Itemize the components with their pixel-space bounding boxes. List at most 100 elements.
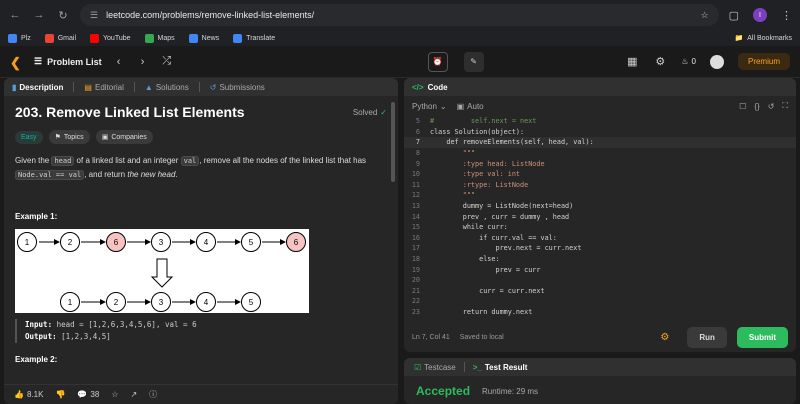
difficulty-tag[interactable]: Easy	[15, 130, 43, 144]
avatar[interactable]	[709, 54, 724, 69]
page-title: 203. Remove Linked List Elements	[15, 104, 245, 120]
code-line[interactable]: 20	[404, 275, 796, 286]
code-line[interactable]: 13 dummy = ListNode(next=head)	[404, 201, 796, 212]
tab-description[interactable]: ▮ Description	[12, 83, 63, 92]
tab-editorial[interactable]: ▤ Editorial	[84, 83, 123, 92]
all-bookmarks[interactable]: 📁 All Bookmarks	[735, 34, 792, 43]
code-line[interactable]: 9 :type head: ListNode	[404, 158, 796, 169]
submit-button[interactable]: Submit	[736, 326, 788, 348]
list-node: 5	[241, 232, 261, 252]
list-node-removed: 6	[286, 232, 306, 252]
fullscreen-icon[interactable]: ⛶	[782, 101, 788, 111]
bookmark-star-icon[interactable]: ☆	[701, 10, 709, 21]
code-line[interactable]: 21 curr = curr.next	[404, 286, 796, 297]
code-line[interactable]: 18 else:	[404, 254, 796, 265]
tab-test-result[interactable]: >_ Test Result	[473, 363, 528, 372]
code-line[interactable]: 16 if curr.val == val:	[404, 233, 796, 244]
line-number: 15	[411, 223, 420, 232]
premium-button[interactable]: Premium	[737, 53, 790, 70]
companies-tag[interactable]: ▣ Companies	[95, 130, 153, 144]
list-node: 1	[60, 292, 80, 312]
line-number: 19	[411, 265, 420, 274]
note-icon[interactable]: ✎	[463, 51, 484, 72]
bookmark-item[interactable]: Gmail	[44, 33, 76, 43]
code-text: return dummy.next	[430, 307, 533, 316]
run-button[interactable]: Run	[687, 326, 727, 348]
streak-counter[interactable]: ♨ 0	[681, 57, 696, 66]
like-button[interactable]: 👍 8.1K	[14, 390, 43, 399]
runtime-text: Runtime: 29 ms	[482, 386, 539, 396]
language-select[interactable]: Python ⌄	[412, 102, 447, 111]
thumbs-up-icon: 👍	[14, 390, 24, 399]
next-problem-icon[interactable]: ›	[136, 56, 150, 68]
code-line[interactable]: 22	[404, 296, 796, 307]
reset-icon[interactable]: ↺	[768, 102, 775, 111]
code-line[interactable]: 23 return dummy.next	[404, 307, 796, 318]
line-number: 22	[411, 297, 420, 306]
code-editor[interactable]: 5 # self.next = next 6 class Solution(objec…	[404, 116, 796, 320]
help-icon[interactable]: ⓘ	[149, 389, 157, 400]
test-result: Accepted Runtime: 29 ms	[404, 376, 796, 404]
tab-solutions[interactable]: ▲ Solutions	[145, 83, 189, 92]
code-line[interactable]: 7 def removeElements(self, head, val):	[404, 137, 796, 148]
avatar[interactable]: I	[753, 8, 767, 22]
braces-icon[interactable]: {}	[754, 102, 759, 111]
layout-icon[interactable]: ▦	[625, 55, 639, 68]
code-line[interactable]: 10 :type val: int	[404, 169, 796, 180]
bookmark-item[interactable]: YouTube	[90, 33, 131, 43]
menu-icon[interactable]: ⋮	[781, 9, 792, 22]
list-node: 3	[151, 232, 171, 252]
timer-icon[interactable]: ⏰	[427, 51, 448, 72]
bookmark-icon[interactable]: ☐	[739, 102, 746, 111]
tab-testcase[interactable]: ☑ Testcase	[414, 363, 456, 372]
site-info-icon[interactable]: ☰	[90, 10, 98, 21]
back-icon[interactable]: ←	[8, 8, 22, 22]
reload-icon[interactable]: ↻	[56, 8, 70, 22]
list-node: 5	[241, 292, 261, 312]
bookmark-item[interactable]: News	[188, 33, 219, 43]
code-text: def removeElements(self, head, val):	[430, 138, 594, 147]
settings-icon[interactable]: ⚙	[653, 55, 667, 68]
line-number: 16	[411, 233, 420, 242]
shuffle-icon[interactable]: ⤮	[160, 55, 174, 68]
list-node-removed: 6	[106, 232, 126, 252]
sidepanel-icon[interactable]: ▢	[729, 9, 739, 22]
code-line[interactable]: 19 prev = curr	[404, 264, 796, 275]
lock-icon: ▣	[101, 134, 109, 141]
code-text: prev , curr = dummy , head	[430, 212, 570, 221]
code-line[interactable]: 17 prev.next = curr.next	[404, 243, 796, 254]
line-number: 17	[411, 244, 420, 253]
list-node: 3	[151, 292, 171, 312]
prev-problem-icon[interactable]: ‹	[112, 56, 126, 68]
comments-button[interactable]: 💬 38	[77, 390, 99, 399]
leetcode-logo-icon[interactable]: ❮	[10, 55, 24, 70]
code-text: else:	[430, 255, 500, 264]
share-icon[interactable]: ↗	[130, 390, 137, 399]
auto-mode[interactable]: ▣ Auto	[457, 102, 484, 111]
thumbs-down-icon[interactable]: 👎	[55, 390, 65, 399]
code-line[interactable]: 6 class Solution(object):	[404, 127, 796, 138]
maps-icon	[144, 33, 154, 43]
line-number: 8	[415, 149, 420, 158]
star-icon[interactable]: ☆	[111, 390, 118, 399]
code-panel: </> Code Python ⌄ ▣ Auto ☐ {} ↺ ⛶ 5 # self.…	[404, 78, 796, 352]
problem-list-button[interactable]: ☰ Problem List	[34, 56, 102, 67]
tab-submissions[interactable]: ↺ Submissions	[210, 83, 265, 92]
debug-icon[interactable]: ⚙	[660, 332, 669, 343]
code-line[interactable]: 8 """	[404, 148, 796, 159]
description-scrollbar[interactable]	[391, 102, 395, 182]
code-line[interactable]: 5 # self.next = next	[404, 116, 796, 127]
bookmark-item[interactable]: Plz	[8, 33, 31, 43]
topics-tag[interactable]: ⚑ Topics	[48, 130, 90, 144]
chevron-down-icon: ⌄	[439, 101, 447, 111]
code-line[interactable]: 11 :rtype: ListNode	[404, 180, 796, 191]
code-line[interactable]: 12 """	[404, 190, 796, 201]
forward-icon[interactable]: →	[32, 8, 46, 22]
bookmark-item[interactable]: Translate	[233, 33, 275, 43]
address-bar[interactable]: ☰ leetcode.com/problems/remove-linked-li…	[80, 4, 719, 26]
code-line[interactable]: 14 prev , curr = dummy , head	[404, 211, 796, 222]
code-line[interactable]: 15 while curr:	[404, 222, 796, 233]
problem-statement: Given the head of a linked list and an i…	[15, 156, 367, 180]
bookmarks-bar: Plz Gmail YouTube Maps News Translate 📁 A…	[0, 30, 800, 46]
bookmark-item[interactable]: Maps	[144, 33, 175, 43]
